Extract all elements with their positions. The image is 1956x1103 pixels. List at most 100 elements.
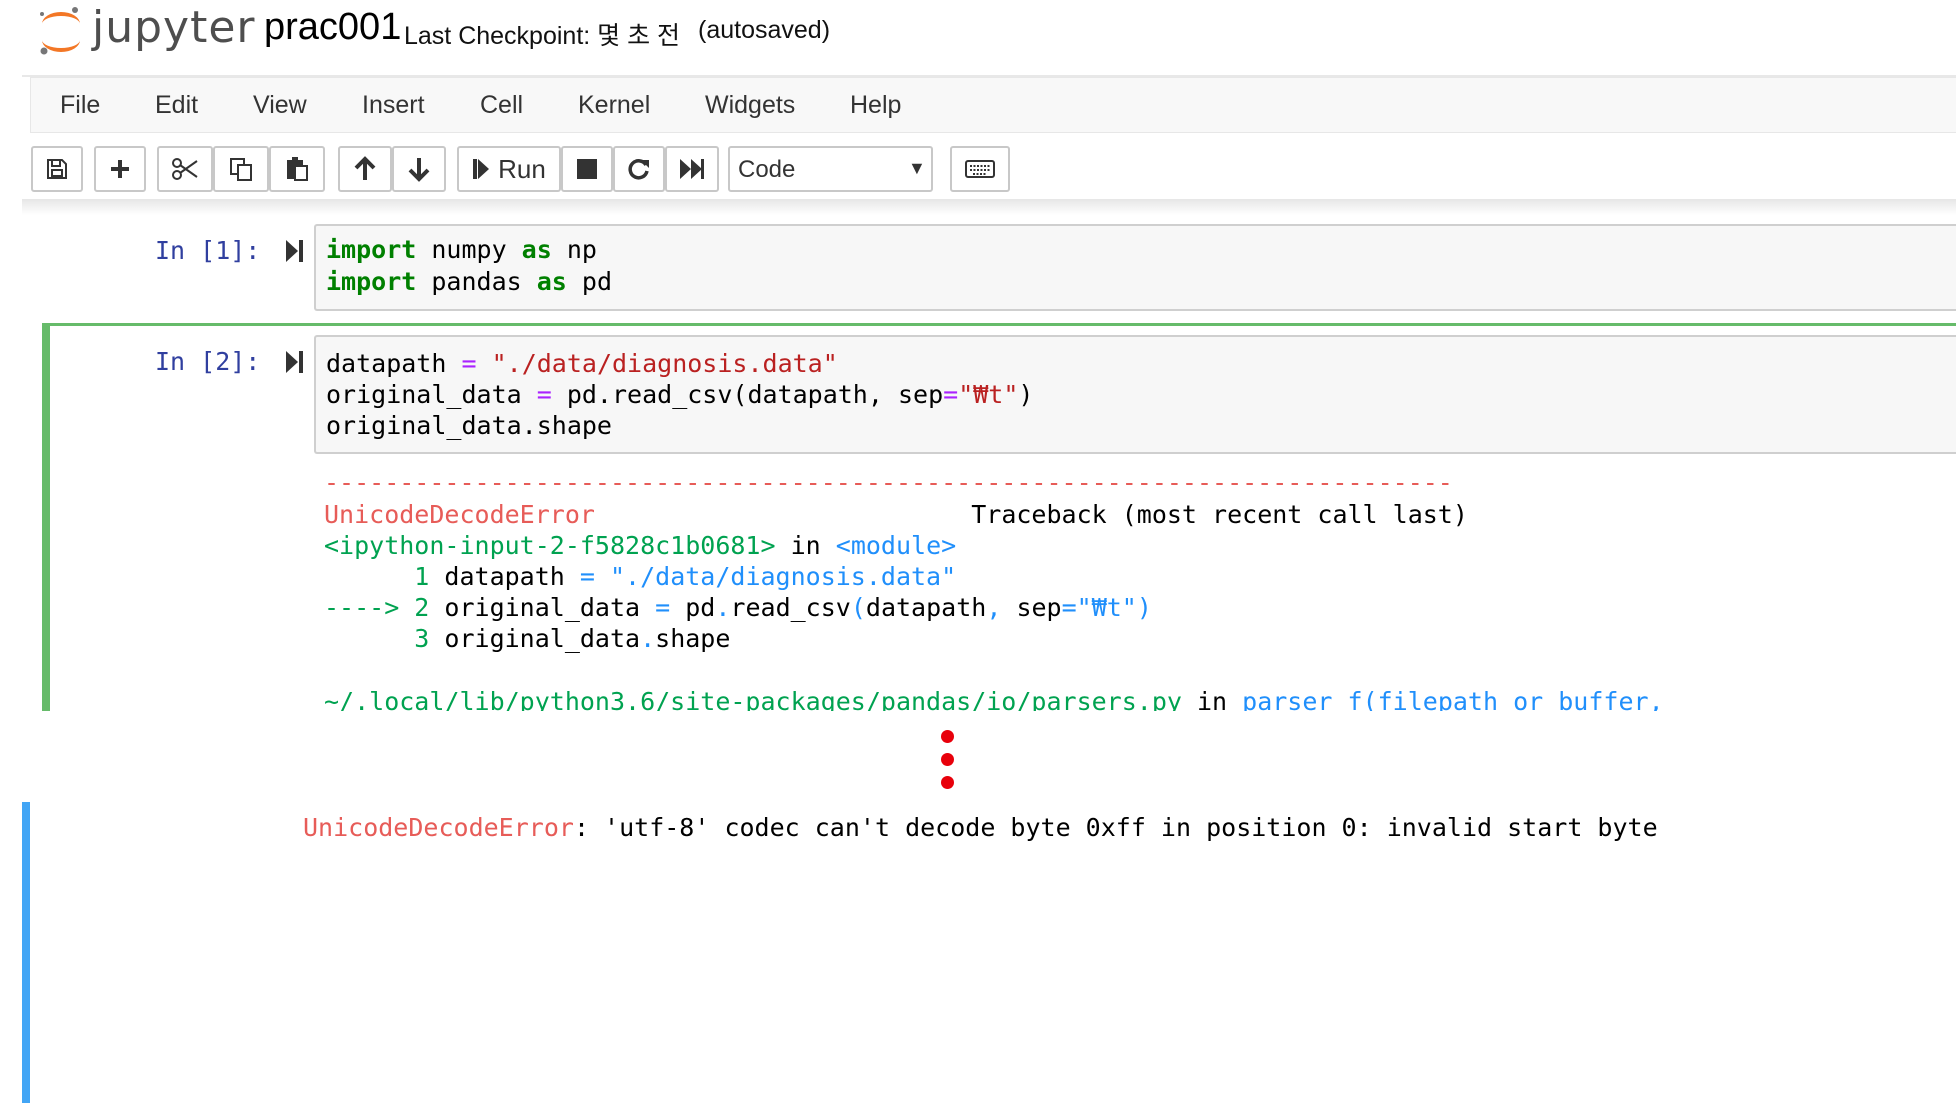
code-token: pd: [685, 593, 716, 622]
code-token: "₩t": [958, 380, 1019, 409]
plus-icon: [111, 160, 129, 178]
jupyter-logo-icon[interactable]: [36, 4, 86, 58]
paste-icon: [287, 157, 308, 181]
run-cell-icon[interactable]: [285, 238, 305, 264]
final-error-message: UnicodeDecodeError: 'utf-8' codec can't …: [303, 813, 1658, 842]
code-token: "₩t"): [1076, 593, 1152, 622]
run-button[interactable]: Run: [457, 146, 561, 192]
paste-button[interactable]: [269, 146, 325, 192]
command-palette-button[interactable]: [950, 146, 1010, 192]
traceback-line: 3 original_data.shape: [324, 624, 730, 653]
code-token: original_data: [326, 380, 537, 409]
code-token: 3: [324, 624, 430, 653]
traceback-clip: ~/.local/lib/python3.6/site-packages/pan…: [314, 686, 1956, 711]
cell-prompt: In [2]:: [155, 347, 261, 376]
menu-view[interactable]: View: [253, 91, 307, 120]
code-token: ,: [986, 593, 1017, 622]
code-token: as: [521, 235, 552, 264]
code-token: as: [536, 267, 567, 296]
menu-insert[interactable]: Insert: [362, 91, 425, 120]
copy-icon: [230, 158, 252, 181]
code-input[interactable]: datapath = "./data/diagnosis.data" origi…: [314, 335, 1956, 454]
traceback-line: ----> 2 original_data = pd.read_csv(data…: [324, 593, 1152, 622]
code-token: "./data/diagnosis.data": [491, 349, 838, 378]
traceback-line: 1 datapath = "./data/diagnosis.data": [324, 562, 956, 591]
menu-widgets[interactable]: Widgets: [705, 91, 795, 120]
interrupt-kernel-button[interactable]: [561, 146, 613, 192]
code-token: import: [326, 267, 417, 296]
code-token: sep: [1016, 593, 1062, 622]
code-token: pd: [566, 267, 612, 296]
code-token: in: [1181, 687, 1243, 711]
selection-top-border: [50, 323, 1956, 326]
code-token: np: [551, 235, 597, 264]
copy-button[interactable]: [213, 146, 269, 192]
code-token: ~/.local/lib/python3.6/site-packages/pan…: [324, 687, 1182, 711]
move-up-button[interactable]: [338, 146, 392, 192]
cell-type-select[interactable]: Code ▼: [728, 146, 933, 192]
chevron-down-icon: ▼: [908, 158, 926, 178]
notebook-header: jupyter prac001 Last Checkpoint: 몇 초 전 (…: [0, 0, 1956, 75]
code-token: UnicodeDecodeError: [324, 500, 595, 529]
code-token: import: [326, 235, 417, 264]
cut-icon: [172, 158, 198, 180]
code-token: =: [1061, 593, 1077, 622]
code-token: =: [461, 349, 477, 378]
code-token: <module>: [835, 531, 957, 560]
code-token: "./data/diagnosis.data": [609, 562, 957, 591]
code-token: (: [850, 593, 866, 622]
code-token: shape: [655, 624, 731, 653]
cell-type-value: Code: [738, 156, 796, 183]
restart-run-all-button[interactable]: [665, 146, 719, 192]
insert-cell-button[interactable]: [94, 146, 146, 192]
menu-edit[interactable]: Edit: [155, 91, 198, 120]
code-token: parser_f(filepath_or_buffer,: [1242, 687, 1664, 711]
code-token: datapath: [429, 562, 580, 591]
toolbar: Run Code ▼: [0, 140, 1956, 198]
arrow-down-icon: [408, 158, 430, 182]
toolbar-shadow: [22, 199, 1956, 215]
menubar: File Edit View Insert Cell Kernel Widget…: [30, 77, 1956, 133]
cut-button[interactable]: [157, 146, 213, 192]
menu-help[interactable]: Help: [850, 91, 901, 120]
notebook-name[interactable]: prac001: [264, 6, 401, 49]
code-token: original_data: [429, 593, 656, 622]
code-token: pandas: [416, 267, 537, 296]
code-token: : 'utf-8' codec can't decode byte 0xff i…: [573, 813, 1658, 842]
code-token: UnicodeDecodeError: [303, 813, 574, 842]
code-token: ): [1018, 380, 1034, 409]
code-token: Traceback (most recent call last): [594, 500, 1468, 529]
code-line: original_data.shape: [326, 411, 612, 440]
code-token: .: [640, 624, 656, 653]
traceback-line: UnicodeDecodeError Traceback (most recen…: [324, 500, 1468, 529]
checkpoint-status: Last Checkpoint: 몇 초 전: [404, 22, 681, 50]
move-down-button[interactable]: [392, 146, 446, 192]
code-token: =: [579, 562, 610, 591]
code-token: numpy: [416, 235, 522, 264]
menu-file[interactable]: File: [60, 91, 100, 120]
code-token: read_csv: [730, 593, 851, 622]
save-button[interactable]: [31, 146, 83, 192]
output-bar: [22, 802, 30, 1103]
code-line: original_data = pd.read_csv(datapath, se…: [326, 380, 1033, 409]
restart-kernel-button[interactable]: [613, 146, 665, 192]
traceback-line: ~/.local/lib/python3.6/site-packages/pan…: [324, 687, 1664, 711]
traceback-line: <ipython-input-2-f5828c1b0681> in <modul…: [324, 531, 956, 560]
code-token: =: [943, 380, 959, 409]
code-input[interactable]: import numpy as np import pandas as pd: [314, 224, 1956, 311]
code-token: original_data: [429, 624, 641, 653]
code-token: .: [715, 593, 731, 622]
code-token: in: [775, 531, 836, 560]
menu-cell[interactable]: Cell: [480, 91, 523, 120]
code-token: =: [536, 380, 552, 409]
run-cell-icon[interactable]: [285, 349, 305, 375]
code-token: datapath: [865, 593, 987, 622]
menu-kernel[interactable]: Kernel: [578, 91, 650, 120]
run-button-label: Run: [498, 153, 546, 184]
code-line: import pandas as pd: [326, 267, 612, 296]
jupyter-logo-text: jupyter: [92, 2, 256, 53]
code-token: <ipython-input-2-f5828c1b0681>: [324, 531, 776, 560]
save-icon: [47, 159, 67, 179]
refresh-icon: [628, 159, 649, 180]
